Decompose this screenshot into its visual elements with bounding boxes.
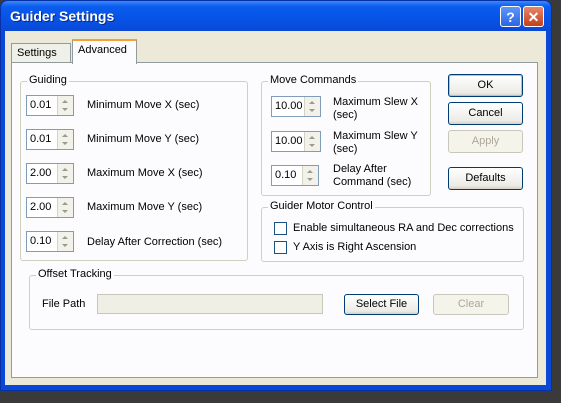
dialog-client: Settings Advanced Guiding 0.01 Minimum M… (5, 31, 546, 385)
clear-button[interactable]: Clear (433, 294, 509, 315)
max-slew-x-label: Maximum Slew X (sec) (333, 96, 418, 122)
simultaneous-corrections-label[interactable]: Enable simultaneous RA and Dec correctio… (293, 222, 514, 235)
spinner-arrows[interactable] (57, 130, 73, 149)
spin-up-icon[interactable] (62, 236, 68, 239)
spin-down-icon[interactable] (307, 178, 313, 181)
delay-after-correction-spinner[interactable]: 0.10 (26, 231, 74, 252)
max-move-x-label: Maximum Move X (sec) (87, 167, 203, 179)
window-title: Guider Settings (10, 8, 115, 24)
max-slew-y-spinner[interactable]: 10.00 (271, 131, 321, 152)
spinner-arrows[interactable] (57, 232, 73, 251)
title-bar[interactable]: Guider Settings ? ✕ (1, 1, 551, 31)
max-slew-x-spinner[interactable]: 10.00 (271, 96, 321, 117)
simultaneous-corrections-checkbox[interactable] (274, 222, 287, 235)
guider-motor-control-group: Guider Motor Control Enable simultaneous… (261, 200, 524, 262)
spin-down-icon[interactable] (62, 108, 68, 111)
delay-after-command-value[interactable]: 0.10 (275, 169, 296, 181)
spin-down-icon[interactable] (309, 109, 315, 112)
offset-tracking-group: Offset Tracking File Path Select File Cl… (29, 268, 524, 330)
spin-down-icon[interactable] (62, 142, 68, 145)
delay-after-command-spinner[interactable]: 0.10 (271, 165, 319, 186)
apply-button[interactable]: Apply (448, 130, 523, 153)
tab-advanced[interactable]: Advanced (72, 39, 137, 64)
file-path-label: File Path (42, 298, 86, 310)
spin-up-icon[interactable] (62, 134, 68, 137)
delay-after-correction-value[interactable]: 0.10 (30, 235, 51, 247)
max-move-y-value[interactable]: 2.00 (30, 201, 51, 213)
spinner-arrows[interactable] (304, 132, 320, 151)
max-slew-x-label-line1: Maximum Slew X (333, 96, 418, 108)
cancel-button[interactable]: Cancel (448, 102, 523, 125)
delay-after-correction-label: Delay After Correction (sec) (87, 236, 223, 248)
spinner-arrows[interactable] (304, 97, 320, 116)
min-move-x-spinner[interactable]: 0.01 (26, 95, 74, 116)
min-move-x-value[interactable]: 0.01 (30, 99, 51, 111)
spinner-arrows[interactable] (57, 96, 73, 115)
min-move-x-label: Minimum Move X (sec) (87, 99, 200, 111)
close-button[interactable]: ✕ (523, 6, 544, 27)
spin-down-icon[interactable] (62, 210, 68, 213)
spin-down-icon[interactable] (309, 144, 315, 147)
spin-up-icon[interactable] (307, 170, 313, 173)
offset-tracking-title: Offset Tracking (36, 268, 114, 280)
guiding-group: Guiding 0.01 Minimum Move X (sec) 0.01 M… (20, 74, 248, 261)
max-slew-y-value[interactable]: 10.00 (275, 135, 303, 147)
guiding-group-title: Guiding (27, 74, 69, 86)
max-slew-y-label: Maximum Slew Y (sec) (333, 130, 418, 156)
select-file-button[interactable]: Select File (344, 294, 419, 315)
max-slew-x-value[interactable]: 10.00 (275, 100, 303, 112)
help-button[interactable]: ? (500, 6, 521, 27)
min-move-y-label: Minimum Move Y (sec) (87, 133, 200, 145)
spin-up-icon[interactable] (62, 168, 68, 171)
max-slew-x-label-line2: (sec) (333, 109, 358, 121)
y-axis-ra-label[interactable]: Y Axis is Right Ascension (293, 241, 416, 254)
spin-up-icon[interactable] (62, 202, 68, 205)
max-move-x-spinner[interactable]: 2.00 (26, 163, 74, 184)
file-path-field (97, 294, 323, 314)
advanced-tab-page: Guiding 0.01 Minimum Move X (sec) 0.01 M… (11, 62, 538, 378)
spinner-arrows[interactable] (57, 164, 73, 183)
guider-motor-control-title: Guider Motor Control (268, 200, 375, 212)
max-slew-y-label-line2: (sec) (333, 143, 358, 155)
spin-down-icon[interactable] (62, 176, 68, 179)
delay-after-command-label-line1: Delay After (333, 163, 387, 175)
ok-button[interactable]: OK (448, 74, 523, 97)
max-move-y-label: Maximum Move Y (sec) (87, 201, 203, 213)
min-move-y-spinner[interactable]: 0.01 (26, 129, 74, 150)
y-axis-ra-checkbox[interactable] (274, 241, 287, 254)
spinner-arrows[interactable] (302, 166, 318, 185)
spinner-arrows[interactable] (57, 198, 73, 217)
delay-after-command-label-line2: Command (sec) (333, 176, 412, 188)
min-move-y-value[interactable]: 0.01 (30, 133, 51, 145)
spin-down-icon[interactable] (62, 244, 68, 247)
spin-up-icon[interactable] (62, 100, 68, 103)
max-slew-y-label-line1: Maximum Slew Y (333, 130, 418, 142)
spin-up-icon[interactable] (309, 101, 315, 104)
max-move-y-spinner[interactable]: 2.00 (26, 197, 74, 218)
move-commands-group-title: Move Commands (268, 74, 359, 86)
tab-settings[interactable]: Settings (11, 43, 71, 63)
guider-settings-window: Guider Settings ? ✕ Settings Advanced Gu… (0, 0, 552, 391)
delay-after-command-label: Delay After Command (sec) (333, 163, 411, 189)
move-commands-group: Move Commands 10.00 Maximum Slew X (sec) … (261, 74, 431, 196)
spin-up-icon[interactable] (309, 136, 315, 139)
max-move-x-value[interactable]: 2.00 (30, 167, 51, 179)
defaults-button[interactable]: Defaults (448, 167, 523, 190)
